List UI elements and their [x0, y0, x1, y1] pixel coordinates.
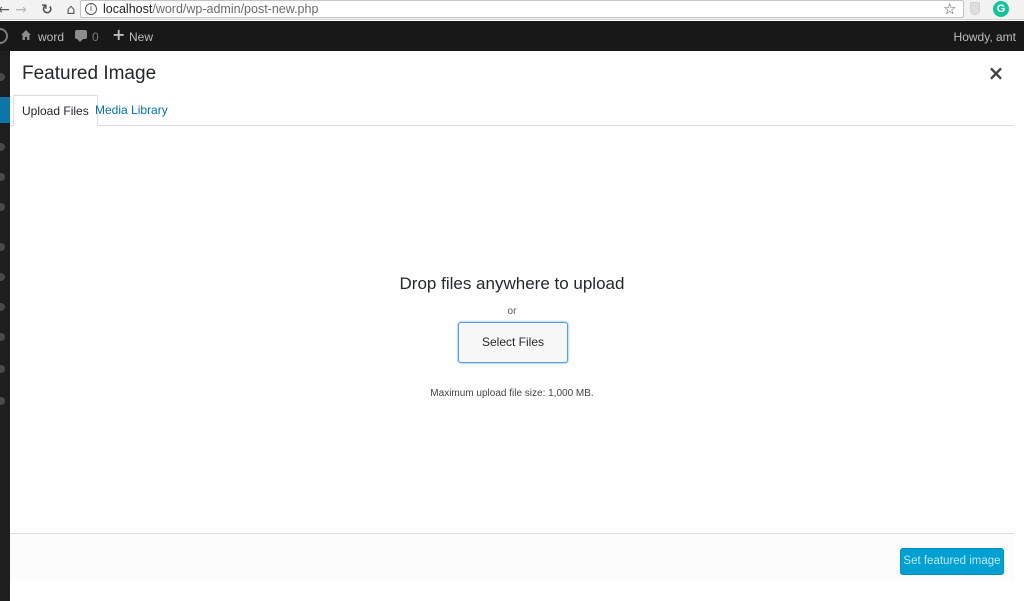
media-tabs: Upload Files Media Library	[10, 95, 1014, 126]
featured-image-modal: Featured Image × Upload Files Media Libr…	[10, 51, 1014, 581]
comments-icon[interactable]	[0, 203, 5, 211]
grammarly-icon[interactable]: G	[993, 1, 1009, 17]
site-name-link[interactable]: word	[38, 30, 64, 44]
reload-icon[interactable]: ↻	[38, 0, 56, 20]
tab-upload-files[interactable]: Upload Files	[13, 95, 98, 126]
plugins-icon[interactable]	[0, 273, 5, 281]
modal-title: Featured Image	[22, 63, 157, 84]
wp-admin-bar: word 0 + New Howdy, amt	[0, 21, 1024, 51]
dashboard-icon[interactable]	[0, 73, 5, 81]
pages-icon[interactable]	[0, 173, 5, 181]
media-icon[interactable]	[0, 143, 5, 151]
plus-icon[interactable]: +	[112, 27, 125, 43]
address-bar[interactable]: i localhost/word/wp-admin/post-new.php	[80, 0, 964, 18]
screen: ← → ↻ ⌂ i localhost/word/wp-admin/post-n…	[0, 0, 1024, 601]
howdy-account-link[interactable]: Howdy, amt	[954, 30, 1016, 44]
select-files-button[interactable]: Select Files	[458, 322, 568, 363]
info-icon[interactable]: i	[85, 3, 97, 15]
drop-instructions: Drop files anywhere to upload	[399, 274, 625, 293]
site-home-icon[interactable]	[20, 29, 32, 41]
upload-drop-zone[interactable]: Drop files anywhere to upload or Select …	[10, 126, 1014, 533]
back-arrow-icon[interactable]: ←	[0, 0, 10, 20]
url-path: /word/wp-admin/post-new.php	[152, 2, 319, 16]
star-icon[interactable]: ☆	[943, 0, 956, 18]
settings-icon[interactable]	[0, 365, 5, 373]
forward-arrow-icon[interactable]: →	[12, 0, 30, 20]
modal-footer: Set featured image	[10, 533, 1014, 581]
wordpress-logo-icon[interactable]	[0, 28, 8, 44]
admin-sidebar	[0, 51, 10, 601]
tab-media-library[interactable]: Media Library	[87, 95, 176, 126]
shield-icon[interactable]	[970, 2, 980, 15]
users-icon[interactable]	[0, 303, 5, 311]
or-separator: or	[507, 306, 517, 317]
new-content-link[interactable]: New	[129, 30, 153, 44]
modal-header: Featured Image ×	[10, 51, 1014, 95]
home-icon[interactable]: ⌂	[62, 0, 80, 20]
page-bottom	[10, 581, 1014, 601]
comment-icon[interactable]	[75, 30, 87, 42]
close-icon[interactable]: ×	[986, 63, 1006, 83]
appearance-icon[interactable]	[0, 243, 5, 251]
url-host: localhost	[103, 2, 153, 16]
tools-icon[interactable]	[0, 333, 5, 341]
browser-toolbar: ← → ↻ ⌂ i localhost/word/wp-admin/post-n…	[0, 0, 1024, 20]
collapse-icon[interactable]	[0, 397, 5, 405]
max-upload-size: Maximum upload file size: 1,000 MB.	[430, 388, 594, 399]
posts-icon[interactable]	[0, 97, 10, 123]
comment-count: 0	[92, 30, 99, 44]
set-featured-image-button[interactable]: Set featured image	[900, 548, 1004, 575]
page-right-edge	[1014, 51, 1024, 601]
